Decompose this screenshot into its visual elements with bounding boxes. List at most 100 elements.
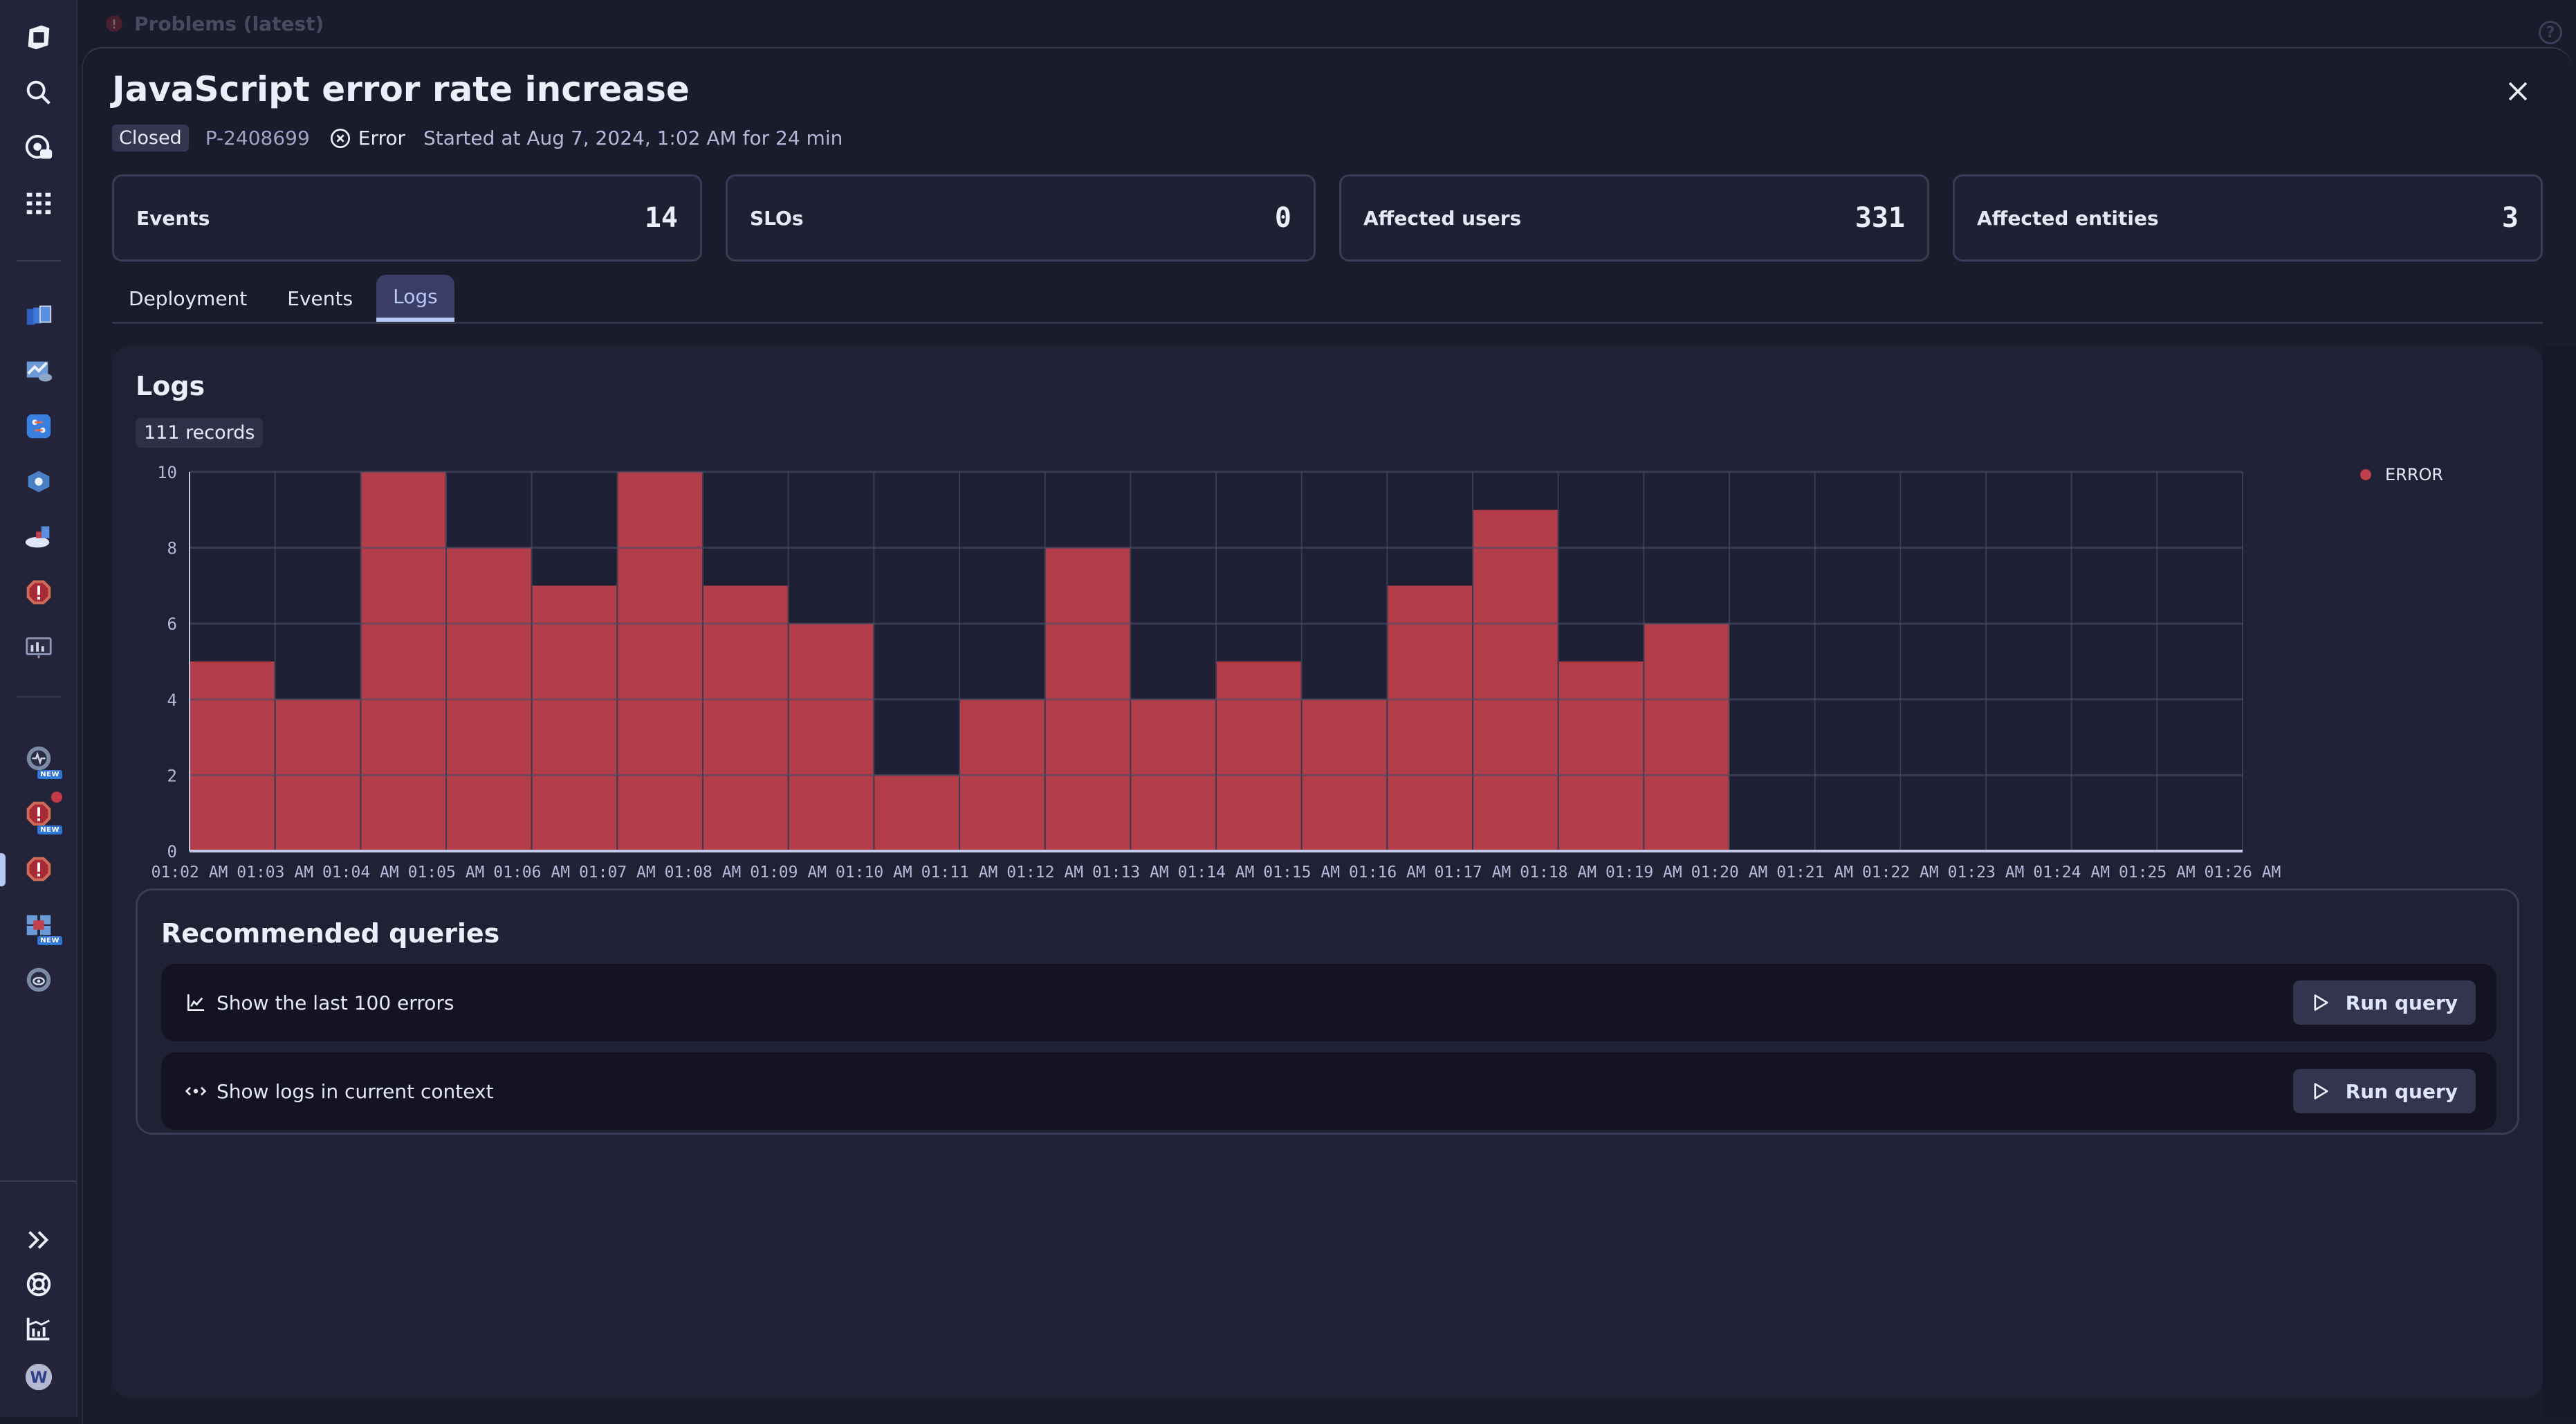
card-value: 14 (644, 202, 678, 234)
x-tick-label: 01:08 AM (665, 864, 742, 882)
x-tick-label: 01:02 AM (151, 864, 228, 882)
query-label: Show the last 100 errors (217, 991, 454, 1014)
x-tick-label: 01:09 AM (750, 864, 827, 882)
x-tick-label: 01:05 AM (408, 864, 485, 882)
close-button[interactable] (2504, 77, 2532, 105)
x-tick-label: 01:14 AM (1178, 864, 1255, 882)
bar-01-04-am[interactable] (361, 472, 445, 851)
card-affected-users[interactable]: Affected users 331 (1339, 174, 1929, 262)
recommended-queries-title: Recommended queries (161, 918, 500, 949)
x-tick-label: 01:11 AM (921, 864, 998, 882)
query-label: Show logs in current context (217, 1079, 494, 1103)
run-query-label: Run query (2345, 1079, 2458, 1103)
x-tick-label: 01:25 AM (2119, 864, 2196, 882)
y-tick-label: 8 (167, 539, 177, 558)
bar-01-16-am[interactable] (1388, 585, 1472, 851)
bar-01-14-am[interactable] (1217, 661, 1301, 851)
card-label: SLOs (750, 206, 804, 230)
query-row: Show logs in current context Run query (161, 1052, 2496, 1130)
severity: Error (329, 127, 405, 149)
bar-01-10-am[interactable] (874, 775, 959, 851)
problems-icon (106, 15, 122, 32)
tab-events[interactable]: Events (270, 275, 369, 322)
bar-01-19-am[interactable] (1644, 623, 1729, 851)
run-query-button[interactable]: Run query (2292, 1069, 2476, 1113)
x-tick-label: 01:12 AM (1006, 864, 1083, 882)
bar-01-18-am[interactable] (1558, 661, 1644, 851)
user-avatar[interactable]: W (19, 1358, 58, 1396)
tab-deployment[interactable]: Deployment (112, 275, 264, 322)
card-slos[interactable]: SLOs 0 (726, 174, 1316, 262)
new-badge: NEW (37, 770, 62, 779)
usage-chart-icon[interactable] (19, 1309, 58, 1348)
card-affected-entities[interactable]: Affected entities 3 (1953, 174, 2543, 262)
bar-01-08-am[interactable] (703, 585, 788, 851)
apps-grid-icon[interactable] (19, 184, 58, 223)
new-badge: NEW (37, 825, 62, 834)
settings-app-icon[interactable]: NEW (19, 739, 62, 779)
query-row: Show the last 100 errors Run query (161, 964, 2496, 1041)
y-tick-label: 0 (167, 842, 177, 861)
notification-dot (51, 792, 62, 803)
kubernetes-app-icon[interactable]: NEW (19, 905, 62, 945)
workflows-app-icon[interactable] (19, 407, 58, 446)
cloud-app-icon[interactable] (19, 518, 58, 556)
expand-icon[interactable] (19, 1221, 58, 1259)
x-tick-label: 01:22 AM (1862, 864, 1939, 882)
x-tick-label: 01:26 AM (2205, 864, 2281, 882)
background-page-header: Problems (latest) (77, 0, 2576, 47)
bar-01-09-am[interactable] (789, 623, 874, 851)
tab-bar: Deployment Events Logs (112, 273, 2543, 324)
sidebar: NEW NEW NEW W (0, 0, 77, 1417)
summary-cards: Events 14 SLOs 0 Affected users 331 Affe… (112, 174, 2543, 262)
infrastructure-app-icon[interactable] (19, 296, 58, 335)
services-app-icon[interactable] (19, 462, 58, 501)
help-lifebuoy-icon[interactable] (19, 1265, 58, 1304)
y-tick-label: 4 (167, 691, 177, 710)
problem-meta: Closed P-2408699 Error Started at Aug 7,… (112, 125, 843, 152)
card-label: Events (136, 206, 210, 230)
y-tick-label: 10 (157, 463, 177, 482)
bar-01-07-am[interactable] (618, 472, 702, 851)
panel-edge (2543, 346, 2576, 1417)
card-value: 3 (2501, 202, 2519, 234)
bar-01-06-am[interactable] (532, 585, 617, 851)
records-count-badge: 111 records (136, 418, 264, 448)
code-context-icon (185, 1086, 207, 1096)
dashboards-app-icon[interactable] (19, 352, 58, 390)
logs-title: Logs (136, 371, 205, 401)
problems-new-app-icon[interactable]: NEW (19, 792, 62, 834)
legend-label-error: ERROR (2385, 465, 2444, 484)
tab-logs[interactable]: Logs (376, 275, 454, 322)
x-tick-label: 01:21 AM (1776, 864, 1853, 882)
hub-app-icon[interactable] (19, 960, 58, 999)
x-tick-label: 01:19 AM (1606, 864, 1682, 882)
x-tick-label: 01:18 AM (1520, 864, 1597, 882)
monitoring-app-icon[interactable] (19, 628, 58, 667)
x-tick-label: 01:24 AM (2033, 864, 2110, 882)
bar-01-17-am[interactable] (1473, 509, 1558, 851)
chart-legend[interactable]: ERROR (2360, 465, 2443, 484)
card-value: 0 (1274, 202, 1291, 234)
help-icon[interactable]: ? (2539, 21, 2562, 44)
y-tick-label: 2 (167, 766, 177, 785)
problems-app-icon[interactable] (19, 573, 58, 612)
x-tick-label: 01:16 AM (1349, 864, 1426, 882)
bar-01-02-am[interactable] (190, 661, 275, 851)
problem-id: P-2408699 (205, 127, 310, 149)
background-page-title: Problems (latest) (134, 12, 324, 35)
x-tick-label: 01:07 AM (579, 864, 656, 882)
active-indicator (0, 853, 6, 886)
card-label: Affected users (1363, 206, 1522, 230)
x-tick-label: 01:06 AM (493, 864, 570, 882)
run-query-button[interactable]: Run query (2292, 980, 2476, 1025)
problem-title: JavaScript error rate increase (112, 69, 690, 109)
severity-label: Error (358, 127, 406, 149)
app-logo-icon[interactable] (19, 18, 58, 57)
search-icon[interactable] (19, 73, 58, 112)
card-events[interactable]: Events 14 (112, 174, 702, 262)
ai-assistant-icon[interactable] (19, 129, 58, 167)
problems-app-active-icon[interactable] (19, 850, 58, 888)
sidebar-divider (0, 1180, 76, 1182)
x-tick-label: 01:03 AM (237, 864, 313, 882)
